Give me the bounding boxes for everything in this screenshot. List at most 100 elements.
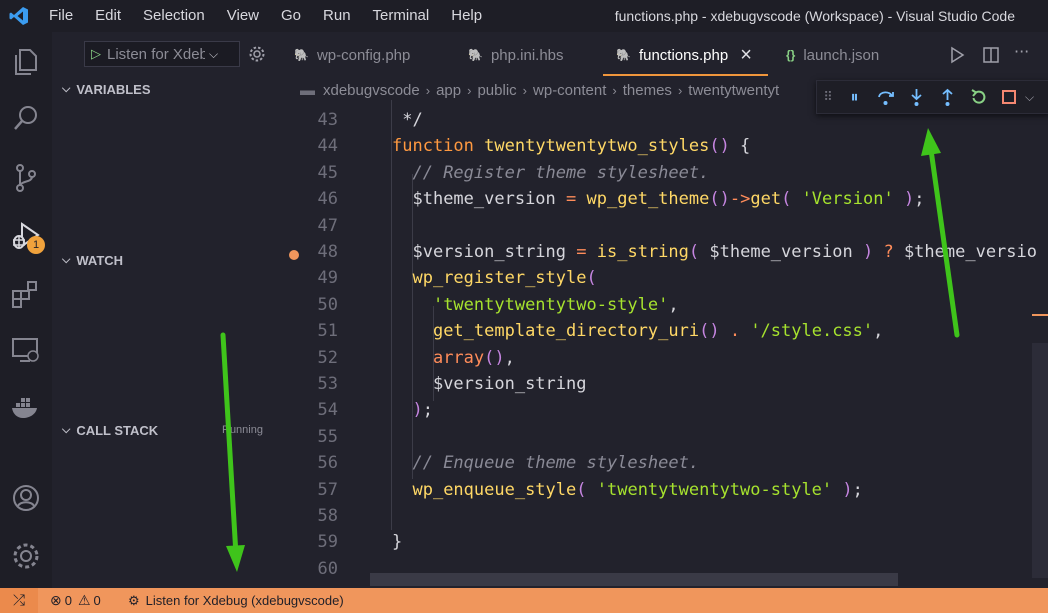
line-number[interactable]: 51 [280, 321, 338, 341]
line-number[interactable]: 59 [280, 532, 338, 552]
line-number[interactable]: 54 [280, 400, 338, 420]
tab-wp-config[interactable]: 🐘 wp-config.php [294, 32, 410, 78]
breadcrumb-item[interactable]: public [477, 82, 516, 99]
line-number[interactable]: 43 [280, 110, 338, 130]
code-line[interactable]: array(), [392, 348, 515, 368]
tab-label: php.ini.hbs [490, 46, 564, 64]
status-bar: ⤮ ⊗ 0 ⚠ 0 ⚙ Listen for Xdebug (xdebugvsc… [0, 588, 1048, 613]
menu-view[interactable]: View [216, 0, 270, 32]
code-line[interactable]: $version_string = is_string( $theme_vers… [392, 242, 1037, 262]
line-number[interactable]: 52 [280, 348, 338, 368]
code-line[interactable]: ); [392, 400, 433, 420]
chevron-right-icon: › [467, 82, 472, 98]
debug-status-label: Listen for Xdebug (xdebugvscode) [145, 593, 344, 608]
menu-terminal[interactable]: Terminal [362, 0, 441, 32]
explorer-icon[interactable] [10, 46, 42, 78]
step-into-icon[interactable] [901, 87, 932, 107]
horizontal-scrollbar[interactable] [370, 573, 898, 586]
call-stack-section-header[interactable]: ⌵ CALL STACK [62, 423, 158, 438]
accounts-icon[interactable] [10, 482, 42, 514]
chevron-right-icon: › [522, 82, 528, 98]
line-number[interactable]: 55 [280, 427, 338, 447]
code-line[interactable]: get_template_directory_uri() . '/style.c… [392, 321, 883, 341]
breadcrumb-item[interactable]: twentytwentyt [688, 82, 779, 99]
menu-file[interactable]: File [38, 0, 84, 32]
line-number[interactable]: 58 [280, 506, 338, 526]
line-number[interactable]: 50 [280, 295, 338, 315]
stop-icon[interactable] [994, 87, 1025, 107]
breakpoint-dot[interactable] [289, 250, 299, 260]
breadcrumb-item[interactable]: app [436, 82, 461, 99]
php-elephant-icon: 🐘 [616, 48, 631, 62]
remote-explorer-icon[interactable] [10, 334, 42, 366]
tab-launch-json[interactable]: {} launch.json [786, 32, 879, 78]
line-number[interactable]: 57 [280, 480, 338, 500]
menu-bar: File Edit Selection View Go Run Terminal… [38, 0, 493, 32]
remote-indicator-icon[interactable]: ⤮ [0, 588, 38, 613]
call-stack-status: Running [222, 424, 263, 436]
code-line[interactable]: */ [392, 110, 422, 130]
warning-icon: ⚠ [77, 592, 91, 608]
line-number[interactable]: 46 [280, 189, 338, 209]
chevron-right-icon: › [425, 82, 431, 98]
extensions-icon[interactable] [10, 278, 42, 310]
debug-config-select[interactable]: ▷ Listen for Xdebug ⌵ [84, 41, 240, 67]
line-number[interactable]: 56 [280, 453, 338, 473]
problems-indicator[interactable]: ⊗ 0 ⚠ 0 [50, 588, 101, 613]
breadcrumb-item[interactable]: wp-content [533, 82, 606, 99]
editor-tabs: 🐘 wp-config.php 🐘 php.ini.hbs 🐘 function… [280, 32, 1048, 78]
close-tab-icon[interactable]: × [740, 44, 752, 67]
breadcrumb-item[interactable]: themes [623, 82, 672, 99]
run-debug-badge: 1 [27, 236, 45, 254]
restart-icon[interactable] [963, 87, 994, 107]
debug-bug-icon: ⚙ [128, 593, 140, 608]
window-title: functions.php - xdebugvscode (Workspace)… [614, 8, 1015, 24]
tab-label: functions.php [638, 46, 729, 64]
scrollbar-breakpoint-marker [1032, 314, 1048, 316]
line-number[interactable]: 47 [280, 216, 338, 236]
pause-icon[interactable]: ⏸ [839, 87, 870, 107]
menu-edit[interactable]: Edit [84, 0, 132, 32]
code-line[interactable]: 'twentytwentytwo-style', [392, 295, 679, 315]
line-number[interactable]: 45 [280, 163, 338, 183]
tab-php-ini[interactable]: 🐘 php.ini.hbs [468, 32, 564, 78]
code-line[interactable]: function twentytwentytwo_styles() { [392, 136, 750, 156]
line-number[interactable]: 60 [280, 559, 338, 579]
code-line[interactable]: $theme_version = wp_get_theme()->get( 'V… [392, 189, 924, 209]
code-line[interactable]: $version_string [392, 374, 587, 394]
run-file-icon[interactable] [948, 46, 966, 64]
line-number[interactable]: 44 [280, 136, 338, 156]
code-line[interactable]: } [392, 532, 402, 552]
code-line[interactable]: wp_enqueue_style( 'twentytwentytwo-style… [392, 480, 862, 500]
debug-sidebar: ▷ Listen for Xdebug ⌵ ⌵ VARIABLES ⌵ WATC… [52, 32, 280, 588]
search-icon[interactable] [10, 102, 42, 134]
code-editor[interactable]: 43 */ 44 function twentytwentytwo_styles()… [280, 100, 1048, 579]
source-control-icon[interactable] [10, 162, 42, 194]
split-editor-icon[interactable] [982, 46, 1000, 64]
menu-selection[interactable]: Selection [132, 0, 216, 32]
step-over-icon[interactable] [870, 87, 901, 107]
debug-settings-gear-icon[interactable] [248, 45, 266, 63]
code-line[interactable]: // Register theme stylesheet. [392, 163, 709, 183]
line-number[interactable]: 49 [280, 268, 338, 288]
start-debugging-icon[interactable]: ▷ [85, 47, 107, 62]
tab-functions[interactable]: 🐘 functions.php × [616, 32, 752, 78]
menu-run[interactable]: Run [312, 0, 362, 32]
breadcrumb-item[interactable]: xdebugvscode [323, 82, 420, 99]
more-actions-icon[interactable]: ··· [1014, 42, 1029, 61]
menu-go[interactable]: Go [270, 0, 312, 32]
vertical-scrollbar[interactable] [1032, 343, 1048, 578]
menu-help[interactable]: Help [440, 0, 493, 32]
debug-status[interactable]: ⚙ Listen for Xdebug (xdebugvscode) [128, 588, 344, 613]
breadcrumb: ▬ xdebugvscode › app › public › wp-content ›… [300, 78, 779, 102]
code-line[interactable]: wp_register_style( [392, 268, 596, 288]
drag-handle-icon[interactable]: ⠿ [817, 90, 839, 105]
docker-icon[interactable] [10, 392, 42, 424]
chevron-down-icon[interactable]: ⌵ [1025, 90, 1034, 105]
variables-section-header[interactable]: ⌵ VARIABLES [62, 82, 151, 97]
step-out-icon[interactable] [932, 87, 963, 107]
settings-gear-icon[interactable] [10, 540, 42, 572]
watch-section-header[interactable]: ⌵ WATCH [62, 253, 123, 268]
code-line[interactable]: // Enqueue theme stylesheet. [392, 453, 699, 473]
line-number[interactable]: 53 [280, 374, 338, 394]
